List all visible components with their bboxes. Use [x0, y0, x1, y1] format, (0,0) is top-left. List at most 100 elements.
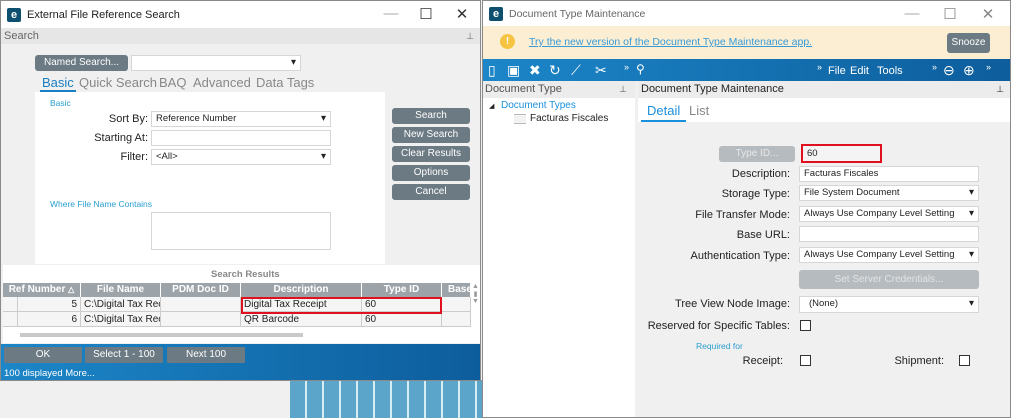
tab-list[interactable]: List — [689, 103, 709, 118]
filter-select[interactable]: <All> — [151, 149, 331, 165]
named-search-select[interactable] — [131, 55, 301, 71]
named-search-button[interactable]: Named Search... — [35, 55, 128, 71]
cell-ref-number: 6 — [18, 312, 81, 327]
sort-by-select[interactable]: Reference Number — [151, 111, 331, 127]
ok-button[interactable]: OK — [4, 347, 82, 363]
tree-node-document-types[interactable]: Document Types — [501, 100, 576, 111]
status-text[interactable]: 100 displayed More... — [4, 368, 95, 379]
vertical-scrollbar[interactable]: ▲ ▮ ▼ — [471, 283, 480, 327]
column-header-pdm-doc-id[interactable]: PDM Doc ID — [161, 283, 241, 297]
description-input[interactable]: Facturas Fiscales — [799, 166, 979, 182]
clear-icon[interactable]: ⟋ — [571, 62, 581, 79]
cell-base — [442, 297, 471, 312]
back-icon[interactable]: ⊖ — [943, 62, 955, 79]
file-name-contains-input[interactable] — [151, 212, 331, 250]
folder-icon — [514, 114, 526, 124]
close-icon[interactable]: ✕ — [447, 5, 477, 23]
tab-data-tags[interactable]: Data Tags — [256, 75, 314, 90]
cell-type-id: 60 — [362, 312, 442, 327]
menu-edit[interactable]: Edit — [850, 65, 869, 77]
maximize-icon[interactable]: ☐ — [935, 5, 965, 23]
overflow-icon[interactable]: » — [986, 62, 991, 72]
type-id-button[interactable]: Type ID... — [719, 146, 795, 162]
new-icon[interactable]: ▯ — [488, 62, 496, 79]
tree-view-node-image-select[interactable]: (None) — [799, 296, 979, 313]
forward-icon[interactable]: ⊕ — [963, 62, 975, 79]
column-header-base[interactable]: Base — [442, 283, 471, 297]
cell-ref-number: 5 — [18, 297, 81, 312]
cancel-button[interactable]: Cancel — [392, 184, 470, 200]
minimize-icon[interactable]: — — [376, 5, 406, 22]
binoculars-icon[interactable]: ⚲ — [636, 62, 645, 76]
shipment-checkbox[interactable] — [959, 355, 970, 366]
next-100-button[interactable]: Next 100 — [167, 347, 245, 363]
cell-base — [442, 312, 471, 327]
overflow-icon[interactable]: » — [932, 62, 937, 72]
tree-panel-header: Document Type ⊥ — [483, 81, 635, 98]
row-selector[interactable] — [3, 312, 18, 327]
description-label: Description: — [731, 168, 790, 180]
collapse-icon[interactable]: ◢ — [489, 102, 494, 110]
tab-advanced[interactable]: Advanced — [193, 75, 251, 90]
snooze-button[interactable]: Snooze — [947, 33, 990, 53]
refresh-icon[interactable]: ↻ — [549, 62, 561, 79]
tab-basic[interactable]: Basic — [40, 75, 76, 92]
save-icon[interactable]: ▣ — [507, 62, 520, 79]
delete-icon[interactable]: ✖ — [529, 62, 541, 79]
close-icon[interactable]: ✕ — [973, 5, 1003, 23]
column-header-file-name[interactable]: File Name — [81, 283, 161, 297]
basic-group-label: Basic — [50, 98, 71, 108]
shipment-label: Shipment: — [894, 355, 944, 367]
cut-icon[interactable]: ✂ — [595, 62, 607, 79]
base-url-input[interactable] — [799, 226, 979, 242]
options-button[interactable]: Options — [392, 165, 470, 181]
file-transfer-mode-select[interactable]: Always Use Company Level Setting — [799, 206, 979, 222]
maximize-icon[interactable]: ☐ — [411, 5, 441, 23]
type-id-input[interactable]: 60 — [801, 144, 882, 163]
menu-file[interactable]: File — [828, 65, 846, 77]
tree-header-label: Document Type — [485, 83, 562, 95]
required-for-label: Required for — [696, 341, 743, 351]
tab-baq[interactable]: BAQ — [159, 75, 186, 90]
row-selector[interactable] — [3, 297, 18, 312]
storage-type-label: Storage Type: — [721, 188, 790, 200]
tree-node-facturas-fiscales[interactable]: Facturas Fiscales — [530, 113, 608, 124]
overflow-icon[interactable]: » — [817, 62, 822, 72]
minimize-icon[interactable]: — — [897, 5, 927, 22]
overflow-icon[interactable]: » — [624, 62, 629, 72]
file-transfer-mode-label: File Transfer Mode: — [695, 209, 790, 221]
where-file-name-label: Where File Name Contains — [50, 199, 153, 209]
column-header-description[interactable]: Description — [241, 283, 362, 297]
starting-at-input[interactable] — [151, 130, 331, 146]
search-results-title: Search Results — [211, 269, 280, 280]
column-label: Ref Number — [8, 284, 66, 295]
new-version-link[interactable]: Try the new version of the Document Type… — [529, 36, 812, 48]
authentication-type-select[interactable]: Always Use Company Level Setting — [799, 247, 979, 263]
pin-icon[interactable]: ⊥ — [996, 81, 1004, 98]
receipt-checkbox[interactable] — [800, 355, 811, 366]
clear-results-button[interactable]: Clear Results — [392, 146, 470, 162]
scrollbar-thumb[interactable] — [20, 333, 303, 337]
reserved-for-specific-tables-checkbox[interactable] — [800, 320, 811, 331]
column-header-type-id[interactable]: Type ID — [362, 283, 442, 297]
pin-icon[interactable]: ⊥ — [619, 81, 627, 98]
column-header-ref-number[interactable]: Ref Number △ — [3, 283, 81, 297]
menu-tools[interactable]: Tools — [877, 65, 903, 77]
tab-quick-search[interactable]: Quick Search — [79, 75, 157, 90]
set-server-credentials-button[interactable]: Set Server Credentials... — [799, 270, 979, 289]
new-search-button[interactable]: New Search — [392, 127, 470, 143]
storage-type-select[interactable]: File System Document — [799, 185, 979, 201]
cell-pdm-doc-id — [161, 312, 241, 327]
sort-by-label: Sort By: — [108, 113, 148, 125]
search-button[interactable]: Search — [392, 108, 470, 124]
filter-label: Filter: — [120, 151, 149, 163]
select-1-100-button[interactable]: Select 1 - 100 — [85, 347, 163, 363]
desktop-background — [290, 380, 482, 418]
tree-panel — [483, 81, 635, 417]
pin-icon[interactable]: ⊥ — [466, 28, 474, 44]
authentication-type-label: Authentication Type: — [690, 250, 790, 262]
horizontal-scrollbar[interactable] — [5, 331, 465, 339]
tab-detail[interactable]: Detail — [641, 103, 687, 122]
panel-header-label: Search — [4, 30, 39, 42]
highlight-box — [241, 297, 442, 314]
